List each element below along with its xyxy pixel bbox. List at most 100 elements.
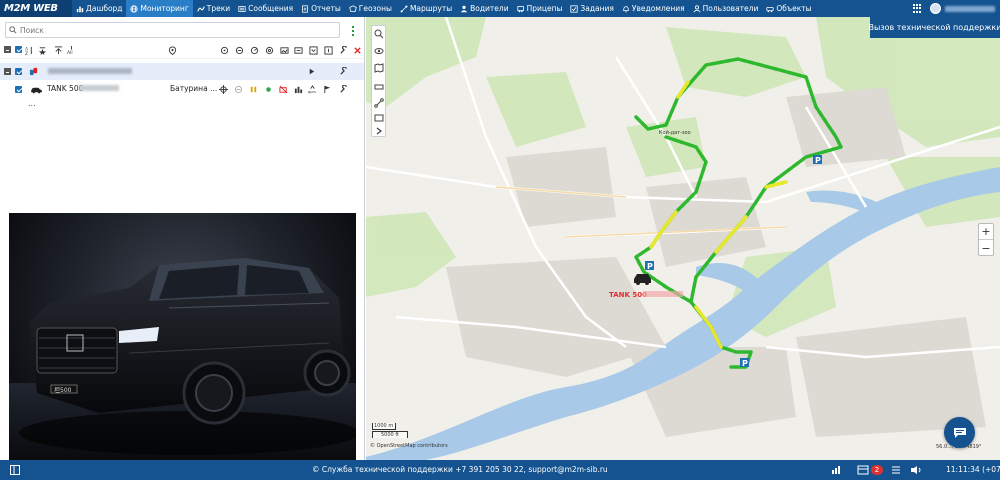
top-nav-bar: M2M WEB Дашборд Мониторинг Треки Сообщения О… — [0, 0, 1000, 17]
chevron-right-icon[interactable] — [374, 126, 384, 136]
map-view[interactable]: P P P TANK 500 Кой-дат-зоо Вызов техниче… — [366, 17, 1000, 460]
location-pin-icon[interactable] — [168, 46, 177, 55]
map-layers-icon[interactable] — [374, 63, 384, 73]
group-name-blurred — [48, 68, 132, 74]
stats-icon[interactable] — [831, 465, 841, 475]
zoom-control: + − — [978, 223, 994, 256]
ignition-icon[interactable] — [235, 46, 244, 55]
commands-icon[interactable] — [294, 85, 303, 94]
download-icon[interactable] — [309, 46, 318, 55]
map-search-icon[interactable] — [374, 29, 384, 39]
collapse-all-icon[interactable] — [4, 46, 11, 53]
nav-item-2[interactable]: Треки — [193, 0, 234, 17]
nav-item-12[interactable]: Объекты — [762, 0, 815, 17]
unit-list-panel: AZ All gprs TANK 500 — [0, 17, 365, 474]
nav-item-label: Прицепы — [526, 4, 563, 13]
pause-icon — [250, 86, 257, 93]
sort-top-icon[interactable] — [54, 46, 63, 55]
message-icon[interactable] — [294, 46, 303, 55]
notifications-icon[interactable] — [857, 465, 869, 475]
car-icon — [766, 6, 774, 12]
list-icon[interactable] — [891, 465, 901, 475]
search-box[interactable] — [5, 22, 340, 38]
nav-item-11[interactable]: Пользователи — [689, 0, 763, 17]
locate-unit-icon[interactable] — [219, 85, 228, 94]
panel-toggle-icon[interactable] — [10, 465, 20, 475]
parking-marker[interactable]: P — [740, 358, 749, 368]
collapse-group-icon[interactable] — [4, 68, 11, 75]
speed-icon[interactable] — [250, 46, 259, 55]
nav-item-8[interactable]: Прицепы — [513, 0, 567, 17]
map-attribution[interactable]: © OpenStreetMap contributors — [370, 443, 448, 449]
vehicle-photo-drawing: 坦500 — [9, 258, 356, 474]
connection-status-icon — [266, 87, 271, 92]
map-scale: 1000 m 5000 ft — [372, 423, 408, 438]
show-all-icon[interactable]: All — [67, 46, 76, 55]
nav-item-3[interactable]: Сообщения — [234, 0, 297, 17]
nav-item-4[interactable]: Отчеты — [297, 0, 345, 17]
vehicle-photo: 坦500 — [9, 213, 356, 474]
notification-count-badge: 2 — [871, 465, 883, 475]
nav-item-9[interactable]: Задания — [566, 0, 617, 17]
unit-name: TANK 500 — [47, 84, 84, 93]
group-units-icon — [29, 67, 38, 76]
connection-icon[interactable] — [265, 46, 274, 55]
apps-grid-icon[interactable] — [913, 4, 922, 13]
nav-item-label: Задания — [580, 4, 614, 13]
search-input[interactable] — [20, 25, 320, 35]
scale-imperial: 5000 ft — [372, 431, 408, 438]
map-canvas[interactable]: P P P TANK 500 Кой-дат-зоо — [366, 17, 1000, 460]
parking-marker[interactable]: P — [645, 261, 654, 271]
geofence-icon — [349, 4, 357, 12]
nav-item-7[interactable]: Водители — [456, 0, 512, 17]
nav-item-label: Треки — [206, 4, 231, 13]
bar-chart-icon — [76, 6, 84, 12]
nav-item-10[interactable]: Уведомления — [618, 0, 689, 17]
nav-item-label: Сообщения — [248, 4, 294, 13]
export-icon[interactable] — [324, 46, 333, 55]
nav-item-0[interactable]: Дашборд — [72, 0, 126, 17]
flag-icon[interactable] — [323, 85, 332, 94]
delete-icon[interactable] — [353, 46, 362, 55]
unit-checkbox[interactable] — [15, 86, 22, 93]
zoom-out-button[interactable]: − — [979, 240, 993, 256]
nav-item-1[interactable]: Мониторинг — [126, 0, 193, 17]
nav-item-label: Водители — [470, 4, 509, 13]
nav-item-5[interactable]: Геозоны — [345, 0, 396, 17]
sort-az-icon[interactable]: AZ — [25, 46, 34, 55]
no-photo-icon — [279, 85, 288, 94]
globe-icon — [130, 4, 139, 13]
geofence-tool-icon[interactable] — [374, 113, 384, 123]
sound-icon[interactable] — [910, 465, 922, 475]
group-wrench-icon[interactable] — [339, 67, 348, 76]
play-icon[interactable] — [307, 67, 316, 76]
image-icon[interactable] — [280, 46, 289, 55]
user-menu[interactable] — [930, 2, 998, 15]
unit-map-plate-blurred — [643, 291, 683, 297]
crosshair-icon[interactable] — [220, 46, 229, 55]
wrench-icon[interactable] — [339, 46, 348, 55]
star-filter-icon[interactable] — [38, 46, 47, 55]
ruler-icon[interactable] — [374, 82, 384, 92]
nav-item-label: Уведомления — [631, 4, 685, 13]
unit-wrench-icon[interactable] — [339, 85, 348, 94]
route-tool-icon[interactable] — [374, 98, 384, 108]
chat-button[interactable] — [944, 417, 975, 448]
avatar — [930, 3, 941, 14]
select-all-checkbox[interactable] — [15, 46, 22, 53]
zoom-in-button[interactable]: + — [979, 224, 993, 240]
parking-marker[interactable]: P — [813, 155, 822, 165]
svg-text:P: P — [742, 359, 748, 368]
app-logo[interactable]: M2M WEB — [0, 0, 72, 17]
unit-map-marker[interactable] — [634, 274, 651, 285]
group-checkbox[interactable] — [15, 68, 22, 75]
nav-item-label: Геозоны — [358, 4, 392, 13]
support-call-button[interactable]: Вызов технической поддержки — [869, 17, 1000, 38]
nav-item-6[interactable]: Маршруты — [396, 0, 456, 17]
nav-item-label: Пользователи — [702, 4, 759, 13]
unit-address: Батурина ... — [170, 84, 218, 93]
more-options-icon[interactable] — [352, 26, 355, 36]
tracks-icon — [197, 5, 205, 12]
nav-item-label: Объекты — [776, 4, 812, 13]
eye-icon[interactable] — [374, 46, 384, 56]
